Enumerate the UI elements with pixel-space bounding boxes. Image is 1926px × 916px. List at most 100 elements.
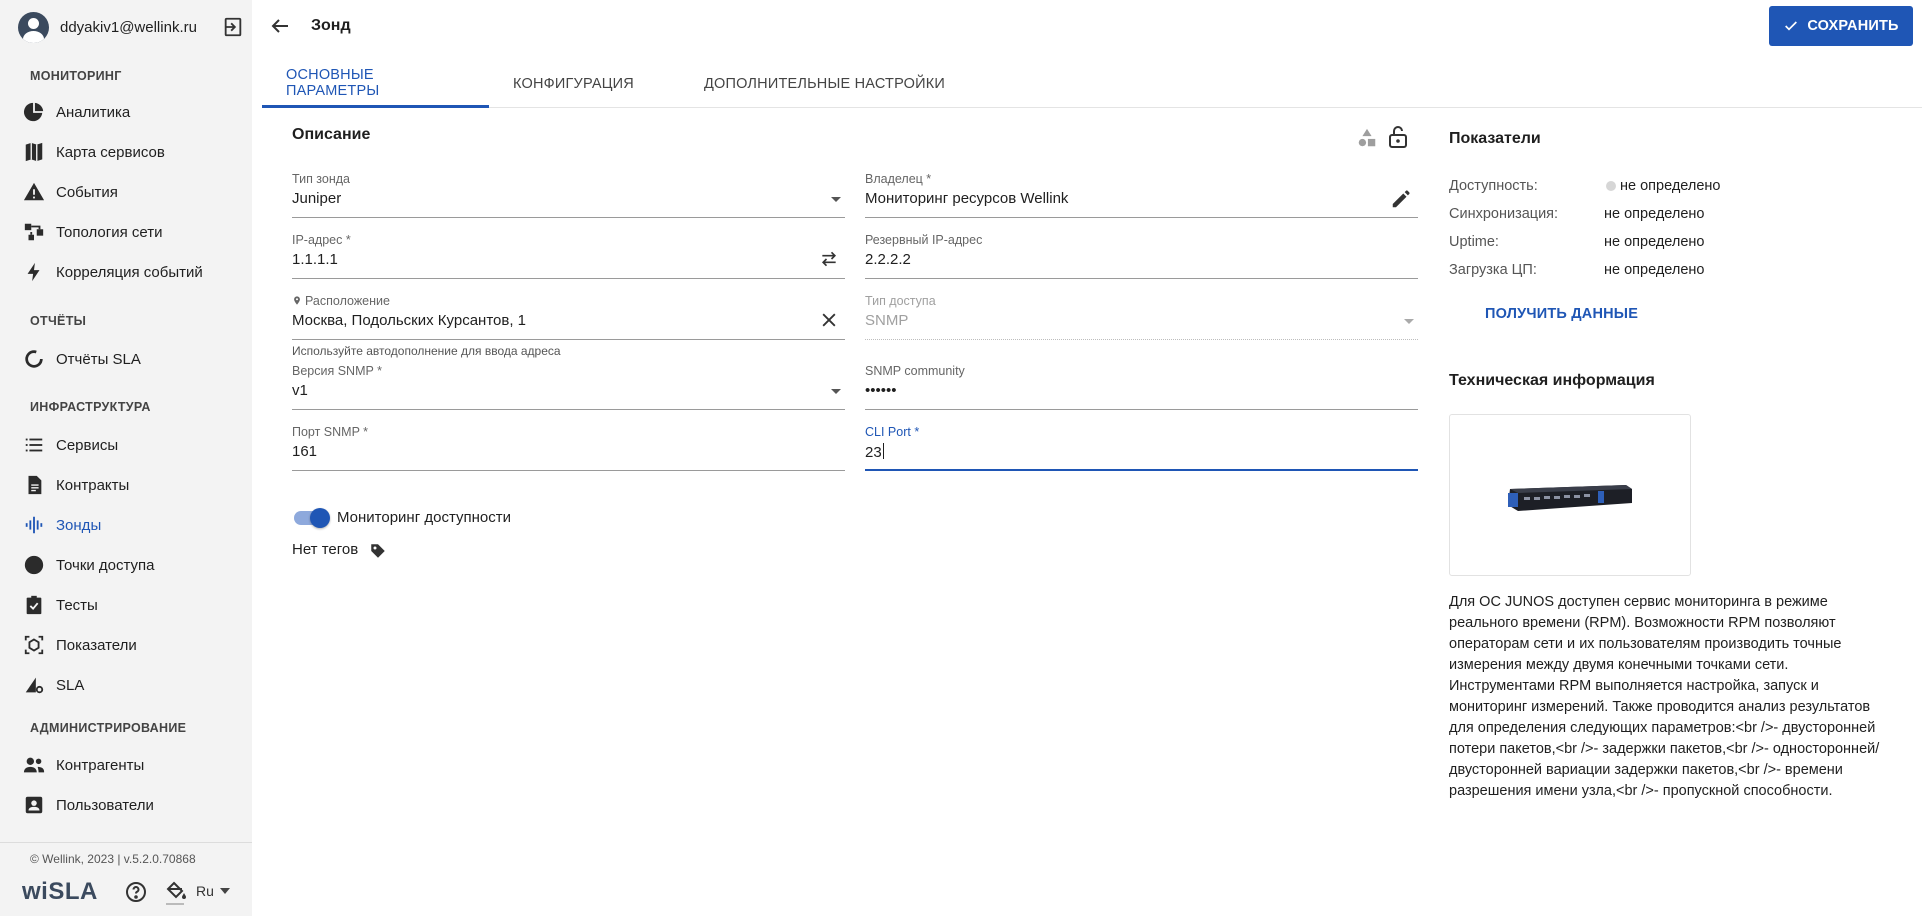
sidebar-item-counterparties[interactable]: Контрагенты — [22, 749, 248, 781]
chevron-down-icon — [1404, 319, 1414, 324]
snmp-port-field[interactable]: Порт SNMP * 161 — [292, 425, 845, 471]
donut-chart-icon — [22, 347, 46, 371]
metric-value-sync: не определено — [1604, 206, 1705, 222]
field-value: 161 — [292, 443, 318, 460]
backup-ip-field[interactable]: Резервный IP-адрес 2.2.2.2 — [865, 233, 1418, 279]
section-title-administration: АДМИНИСТРИРОВАНИЕ — [30, 721, 187, 735]
field-value: Москва, Подольских Курсантов, 1 — [292, 312, 527, 329]
field-value-wrap: 23 — [865, 443, 884, 461]
topology-icon — [22, 220, 46, 244]
location-field[interactable]: Расположение Москва, Подольских Курсанто… — [292, 294, 845, 340]
sidebar-item-services[interactable]: Сервисы — [22, 429, 248, 461]
sidebar-item-probes[interactable]: Зонды — [22, 509, 248, 541]
sidebar-item-tests[interactable]: Тесты — [22, 589, 248, 621]
logout-icon[interactable] — [222, 16, 244, 38]
sidebar-item-metrics[interactable]: Показатели — [22, 629, 248, 661]
tech-info-text: Для ОС JUNOS доступен сервис мониторинга… — [1449, 594, 1880, 799]
sidebar: ddyakiv1@wellink.ru МОНИТОРИНГ Аналитика… — [0, 0, 252, 916]
availability-monitoring-label: Мониторинг доступности — [337, 509, 511, 526]
toggle-knob — [310, 508, 330, 528]
tab-main-parameters[interactable]: ОСНОВНЫЕ ПАРАМЕТРЫ — [262, 60, 489, 108]
sidebar-item-label: SLA — [56, 676, 85, 694]
copyright: © Wellink, 2023 | v.5.2.0.70868 — [30, 852, 196, 866]
sidebar-item-analytics[interactable]: Аналитика — [22, 96, 248, 128]
field-label: Резервный IP-адрес — [865, 233, 983, 247]
metric-value-cpu: не определено — [1604, 262, 1705, 278]
section-title-monitoring: МОНИТОРИНГ — [30, 69, 122, 83]
sidebar-item-label: Корреляция событий — [56, 263, 203, 281]
sidebar-item-label: Пользователи — [56, 796, 154, 814]
clear-icon[interactable] — [819, 310, 839, 330]
back-arrow-icon[interactable] — [268, 14, 292, 38]
language-select[interactable]: Ru — [196, 883, 230, 899]
field-value: Мониторинг ресурсов Wellink — [865, 190, 1069, 207]
sla-icon — [22, 673, 46, 697]
sidebar-item-access-points[interactable]: Точки доступа — [22, 549, 248, 581]
field-value: 1.1.1.1 — [292, 251, 338, 268]
chevron-down-icon — [219, 888, 230, 894]
metric-label-sync: Синхронизация: — [1449, 206, 1559, 222]
swap-icon[interactable] — [819, 249, 839, 269]
pencil-icon[interactable] — [1390, 188, 1412, 210]
section-title-infrastructure: ИНФРАСТРУКТУРА — [30, 400, 151, 414]
field-label: Владелец * — [865, 172, 932, 186]
tag-icon[interactable] — [369, 542, 387, 560]
brand-logo: wiSLA — [22, 878, 98, 905]
access-type-select: Тип доступа SNMP — [865, 294, 1418, 340]
sidebar-item-sla-reports[interactable]: Отчёты SLA — [22, 343, 248, 375]
sidebar-item-label: События — [56, 183, 118, 201]
sidebar-item-label: Точки доступа — [56, 556, 155, 574]
metric-label-cpu: Загрузка ЦП: — [1449, 262, 1537, 278]
field-label: Тип зонда — [292, 172, 351, 186]
field-value: 2.2.2.2 — [865, 251, 911, 268]
sidebar-item-label: Тесты — [56, 596, 98, 614]
device-image — [1449, 414, 1691, 576]
sidebar-item-label: Отчёты SLA — [56, 350, 141, 368]
metric-label-uptime: Uptime: — [1449, 234, 1499, 250]
sidebar-item-event-correlation[interactable]: Корреляция событий — [22, 256, 248, 288]
sidebar-item-topology[interactable]: Топология сети — [22, 216, 248, 248]
sidebar-item-label: Аналитика — [56, 103, 131, 121]
owner-field[interactable]: Владелец * Мониторинг ресурсов Wellink — [865, 172, 1418, 218]
tech-info-title: Техническая информация — [1449, 372, 1655, 389]
sidebar-item-label: Топология сети — [56, 223, 163, 241]
save-button-label: СОХРАНИТЬ — [1807, 18, 1899, 34]
help-icon[interactable] — [124, 880, 148, 904]
probe-type-select[interactable]: Тип зонда Juniper — [292, 172, 845, 218]
avatar[interactable] — [18, 11, 49, 43]
description-title: Описание — [292, 126, 371, 143]
snmp-community-field[interactable]: SNMP community •••••• — [865, 364, 1418, 410]
field-label: IP-адрес * — [292, 233, 351, 247]
paint-bucket-icon[interactable] — [164, 880, 188, 906]
metric-value-uptime: не определено — [1604, 234, 1705, 250]
clipboard-check-icon — [22, 593, 46, 617]
language-value: Ru — [196, 883, 214, 899]
map-icon — [22, 140, 46, 164]
circle-icon — [22, 553, 46, 577]
tab-additional-settings[interactable]: ДОПОЛНИТЕЛЬНЫЕ НАСТРОЙКИ — [680, 60, 969, 108]
sidebar-divider — [0, 842, 252, 843]
sidebar-item-events[interactable]: События — [22, 176, 248, 208]
network-device-icon — [1508, 485, 1632, 511]
user-row: ddyakiv1@wellink.ru — [18, 10, 244, 44]
get-data-button[interactable]: ПОЛУЧИТЬ ДАННЫЕ — [1485, 306, 1638, 322]
availability-monitoring-toggle[interactable] — [292, 508, 330, 528]
pie-chart-icon — [22, 100, 46, 124]
sidebar-item-sla[interactable]: SLA — [22, 669, 248, 701]
document-icon — [22, 473, 46, 497]
field-value: •••••• — [865, 382, 897, 399]
lightning-icon — [22, 260, 46, 284]
shapes-icon[interactable] — [1356, 127, 1378, 149]
sidebar-item-users[interactable]: Пользователи — [22, 789, 248, 821]
field-label: CLI Port * — [865, 425, 920, 439]
tab-configuration[interactable]: КОНФИГУРАЦИЯ — [489, 60, 658, 108]
sidebar-item-contracts[interactable]: Контракты — [22, 469, 248, 501]
sidebar-item-service-map[interactable]: Карта сервисов — [22, 136, 248, 168]
cli-port-field[interactable]: CLI Port * 23 — [865, 425, 1418, 471]
snmp-version-select[interactable]: Версия SNMP * v1 — [292, 364, 845, 410]
save-button[interactable]: СОХРАНИТЬ — [1769, 6, 1913, 46]
lock-open-icon[interactable] — [1386, 124, 1410, 150]
sidebar-item-label: Карта сервисов — [56, 143, 165, 161]
sidebar-item-label: Сервисы — [56, 436, 119, 454]
ip-address-field[interactable]: IP-адрес * 1.1.1.1 — [292, 233, 845, 279]
